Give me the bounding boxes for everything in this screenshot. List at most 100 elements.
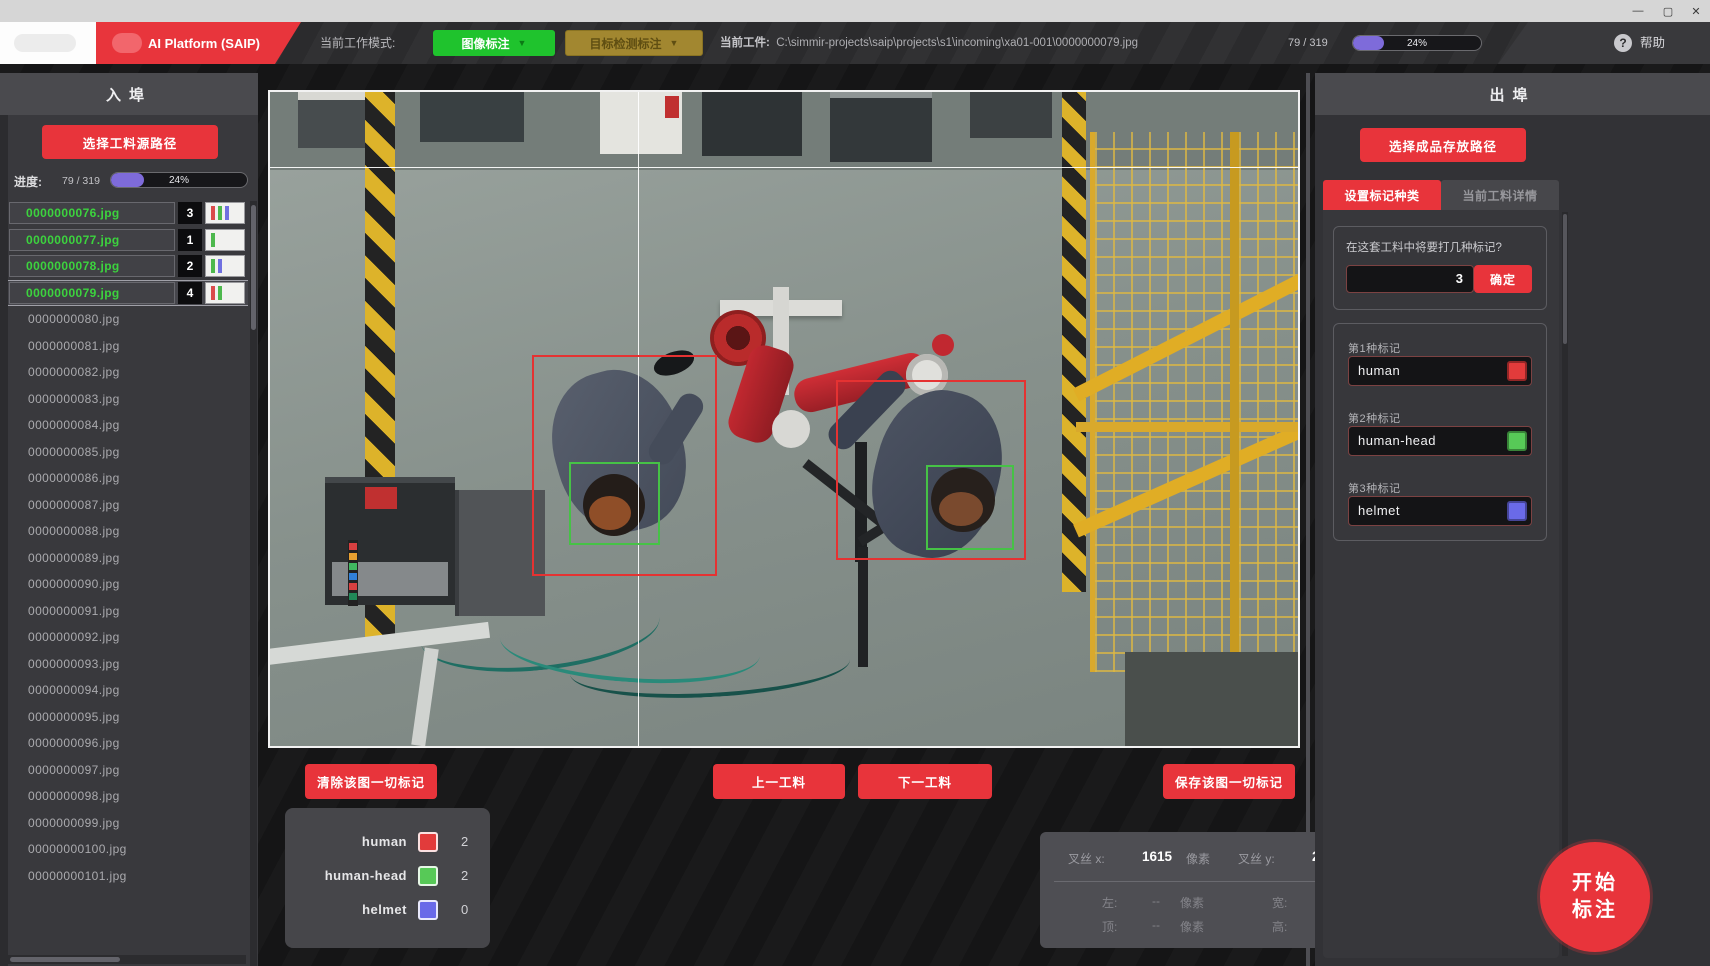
input-panel-title: 入埠 — [0, 73, 258, 115]
label-count-question: 在这套工料中将要打几种标记? — [1346, 239, 1502, 255]
select-source-path-button[interactable]: 选择工料源路径 — [42, 125, 218, 159]
label-name-input[interactable]: human-head — [1348, 426, 1532, 456]
annotation-legend: human 2 human-head 2 helmet 0 — [285, 808, 490, 948]
label-types-group: 第1种标记 human 第2种标记 human-head 第3种标记 helme… — [1333, 323, 1547, 541]
legend-label: helmet — [285, 898, 407, 922]
app-brand: AI Platform (SAIP) — [96, 22, 301, 64]
file-list-item[interactable]: 0000000081.jpg — [8, 334, 248, 358]
file-list-item[interactable]: 0000000078.jpg 2 — [8, 254, 248, 278]
file-list-item[interactable]: 0000000097.jpg — [8, 758, 248, 782]
tab-current-workpiece-detail[interactable]: 当前工料详情 — [1441, 180, 1559, 210]
annotation-count-badge: 3 — [178, 202, 202, 224]
box-left-value: -- — [1152, 894, 1160, 908]
maximize-icon[interactable]: ▢ — [1654, 0, 1682, 22]
clear-annotations-button[interactable]: 清除该图一切标记 — [305, 764, 437, 799]
box-left-label: 左: — [1102, 894, 1117, 911]
legend-label: human — [285, 830, 407, 854]
legend-color-swatch — [418, 832, 438, 852]
start-annotation-button[interactable]: 开始 标注 — [1540, 842, 1650, 952]
file-list-item[interactable]: 0000000099.jpg — [8, 811, 248, 835]
chevron-down-icon: ▼ — [670, 38, 679, 48]
file-list-item[interactable]: 0000000093.jpg — [8, 652, 248, 676]
save-annotations-button[interactable]: 保存该图一切标记 — [1163, 764, 1295, 799]
file-list-item[interactable]: 0000000082.jpg — [8, 360, 248, 384]
file-list-item[interactable]: 00000000100.jpg — [8, 837, 248, 861]
file-list-item[interactable]: 0000000090.jpg — [8, 572, 248, 596]
application-window: — ▢ ✕ AI Platform (SAIP) 当前工作模式: 图像标注▼ 目… — [0, 0, 1710, 966]
output-panel: 出埠 选择成品存放路径 设置标记种类 当前工料详情 在这套工料中将要打几种标记?… — [1315, 73, 1710, 966]
file-list-item[interactable]: 0000000085.jpg — [8, 440, 248, 464]
help-button[interactable]: 帮助 — [1640, 22, 1665, 64]
file-list-item[interactable]: 0000000083.jpg — [8, 387, 248, 411]
company-logo — [0, 22, 96, 64]
file-list-horizontal-scrollbar[interactable] — [8, 955, 246, 964]
legend-row: human-head 2 — [285, 864, 490, 888]
previous-workpiece-button[interactable]: 上一工料 — [713, 764, 845, 799]
bbox-human-head[interactable] — [569, 462, 659, 544]
close-icon[interactable]: ✕ — [1682, 0, 1710, 22]
crosshair-x-value: 1615 — [1142, 849, 1172, 864]
annotation-color-bars — [205, 202, 245, 224]
current-file-path: 当前工件: C:\simmir-projects\saip\projects\s… — [720, 22, 1138, 64]
bbox-human-head[interactable] — [926, 465, 1014, 550]
help-icon[interactable]: ? — [1614, 34, 1632, 52]
image-canvas[interactable] — [268, 90, 1300, 748]
work-mode-label: 当前工作模式: — [320, 22, 395, 64]
label-field-title: 第3种标记 — [1348, 480, 1401, 496]
annotation-color-bars — [205, 282, 245, 304]
sidebar-progress-percent: 24% — [111, 173, 247, 187]
legend-count: 2 — [461, 830, 468, 854]
tab-set-label-types[interactable]: 设置标记种类 — [1323, 180, 1441, 210]
file-list-item[interactable]: 0000000095.jpg — [8, 705, 248, 729]
label-count-group: 在这套工料中将要打几种标记? 3 确定 — [1333, 226, 1547, 310]
file-list-item[interactable]: 0000000079.jpg 4 — [8, 281, 248, 305]
crosshair-y-label: 叉丝 y: — [1238, 850, 1275, 867]
file-list-item[interactable]: 0000000098.jpg — [8, 784, 248, 808]
file-list-item[interactable]: 0000000088.jpg — [8, 519, 248, 543]
legend-row: human 2 — [285, 830, 490, 854]
file-list-item[interactable]: 0000000080.jpg — [8, 307, 248, 331]
label-field-title: 第2种标记 — [1348, 410, 1401, 426]
file-list-vertical-scrollbar[interactable] — [250, 201, 257, 966]
input-panel: 入埠 选择工料源路径 进度: 79 / 319 24% 0000000076.j… — [0, 73, 258, 966]
box-height-label: 高: — [1272, 918, 1287, 935]
brand-logo-mark — [112, 33, 142, 53]
header-progress-percent: 24% — [1353, 36, 1481, 50]
file-list-item[interactable]: 0000000084.jpg — [8, 413, 248, 437]
label-name-input[interactable]: helmet — [1348, 496, 1532, 526]
header-progress-count: 79 / 319 — [1288, 22, 1328, 64]
file-list-item[interactable]: 0000000092.jpg — [8, 625, 248, 649]
mode-image-annotation-dropdown[interactable]: 图像标注▼ — [433, 30, 555, 56]
confirm-button[interactable]: 确定 — [1474, 265, 1532, 293]
file-list-item[interactable]: 0000000076.jpg 3 — [8, 201, 248, 225]
file-list: 0000000076.jpg 3 0000000077.jpg 1 000000… — [8, 201, 248, 966]
legend-count: 0 — [461, 898, 468, 922]
annotation-count-badge: 4 — [178, 282, 202, 304]
select-output-path-button[interactable]: 选择成品存放路径 — [1360, 128, 1526, 162]
file-list-item[interactable]: 0000000089.jpg — [8, 546, 248, 570]
legend-row: helmet 0 — [285, 898, 490, 922]
label-name-input[interactable]: human — [1348, 356, 1532, 386]
label-color-swatch[interactable] — [1507, 501, 1527, 521]
file-list-item[interactable]: 0000000096.jpg — [8, 731, 248, 755]
legend-color-swatch — [418, 866, 438, 886]
brand-title: AI Platform (SAIP) — [148, 36, 260, 51]
next-workpiece-button[interactable]: 下一工料 — [858, 764, 992, 799]
file-list-item[interactable]: 0000000077.jpg 1 — [8, 228, 248, 252]
window-titlebar: — ▢ ✕ — [0, 0, 1710, 22]
chevron-down-icon: ▼ — [518, 38, 527, 48]
box-top-value: -- — [1152, 918, 1160, 932]
sidebar-progress-count: 79 / 319 — [62, 175, 100, 187]
file-list-item[interactable]: 0000000086.jpg — [8, 466, 248, 490]
label-color-swatch[interactable] — [1507, 361, 1527, 381]
label-count-input[interactable]: 3 — [1346, 265, 1474, 293]
file-list-item[interactable]: 0000000091.jpg — [8, 599, 248, 623]
file-list-item[interactable]: 00000000101.jpg — [8, 864, 248, 888]
mode-object-detection-dropdown[interactable]: 目标检测标注▼ — [565, 30, 703, 56]
file-list-item[interactable]: 0000000087.jpg — [8, 493, 248, 517]
annotation-color-bars — [205, 229, 245, 251]
label-color-swatch[interactable] — [1507, 431, 1527, 451]
minimize-icon[interactable]: — — [1624, 0, 1652, 22]
right-panel-scrollbar[interactable] — [1562, 212, 1568, 956]
file-list-item[interactable]: 0000000094.jpg — [8, 678, 248, 702]
